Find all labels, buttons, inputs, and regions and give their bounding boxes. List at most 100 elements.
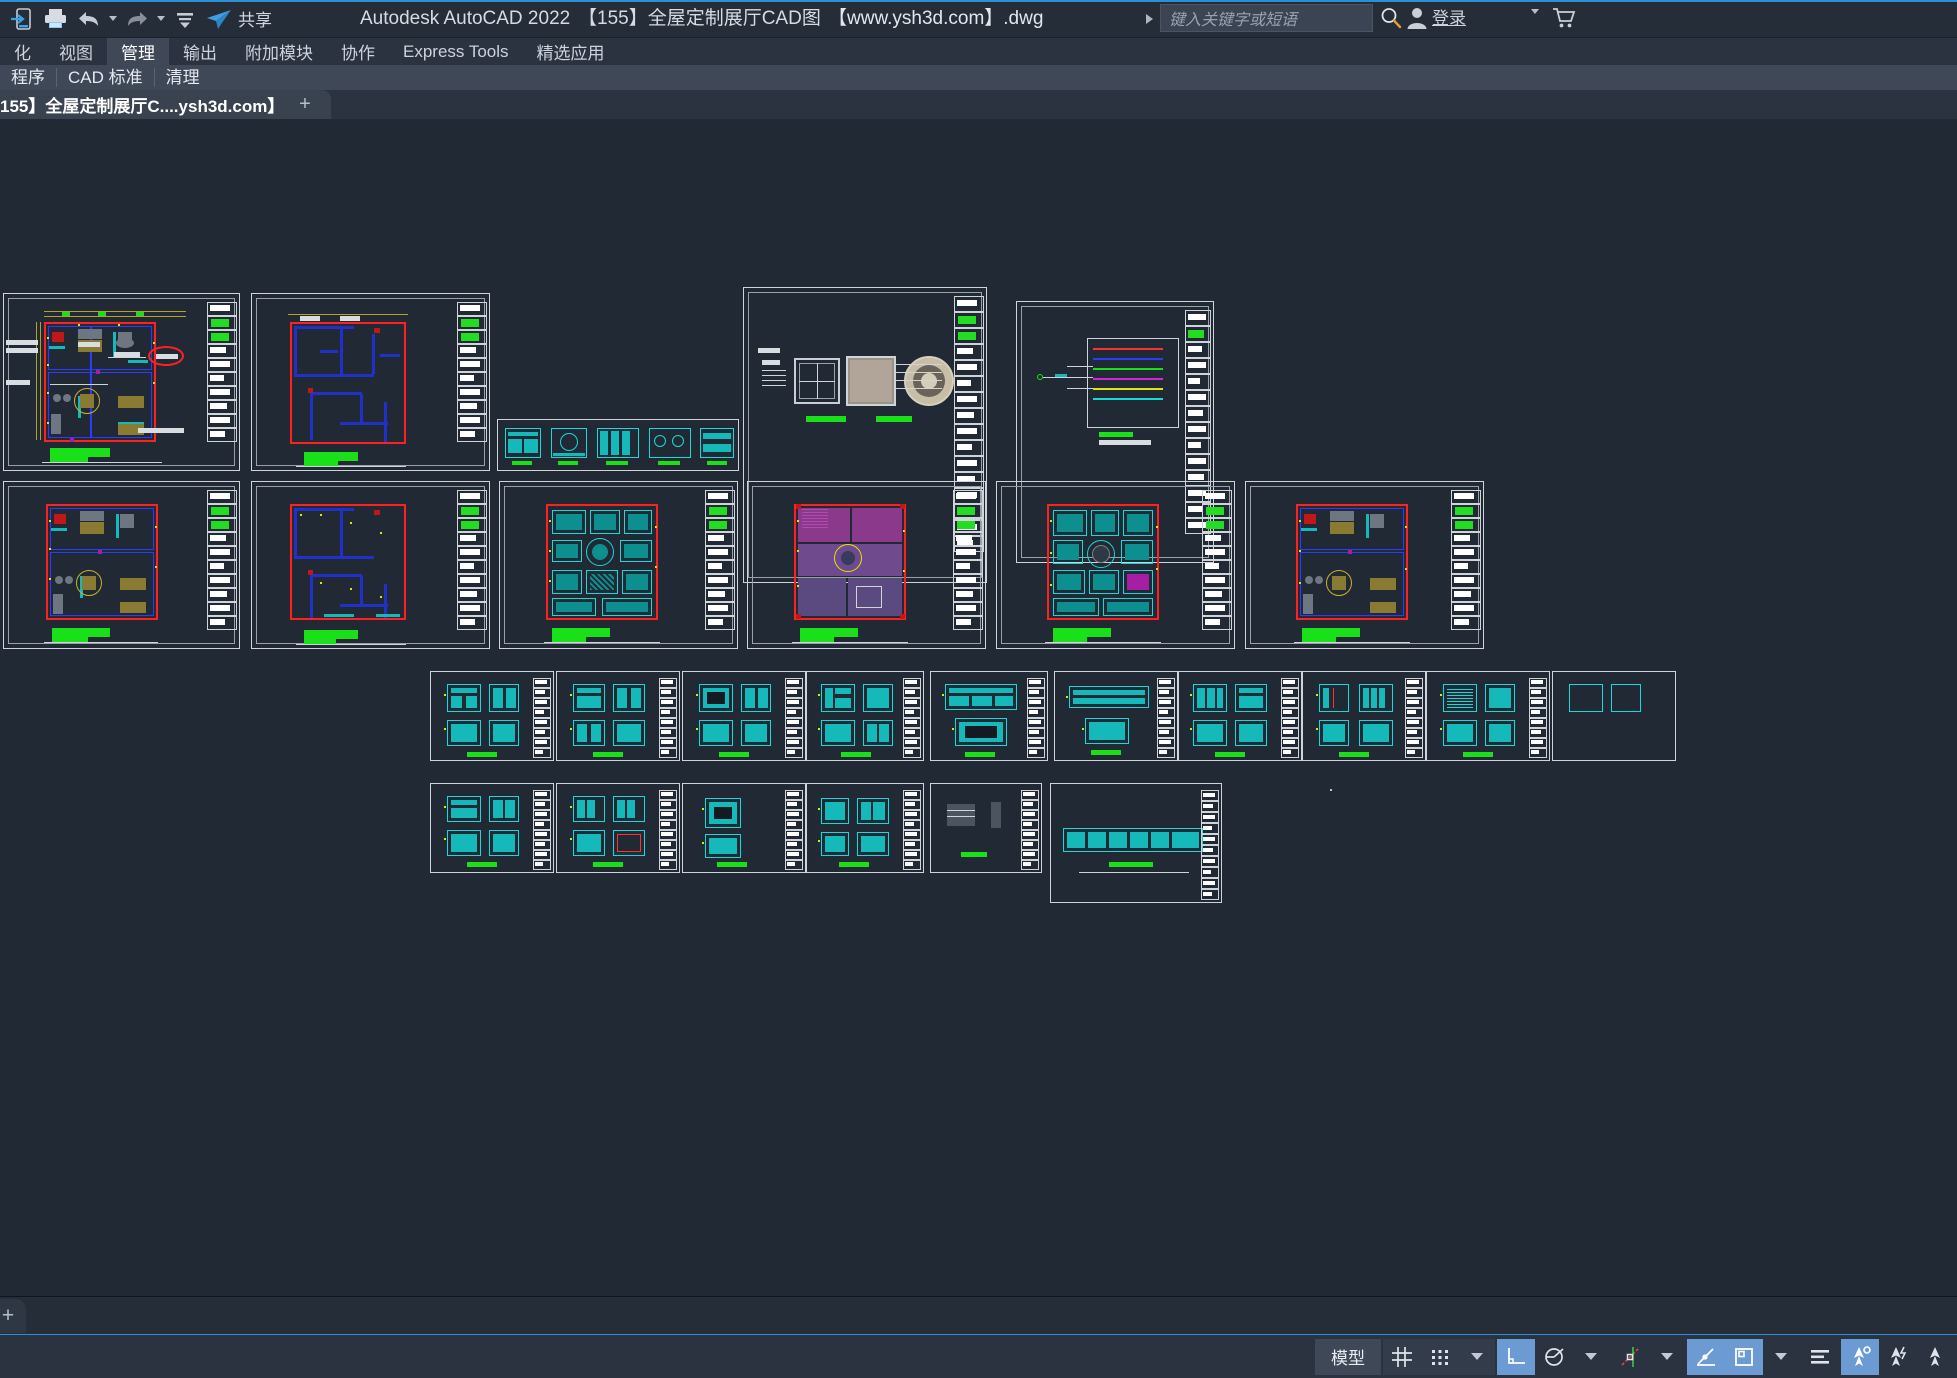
sheet-elevation-sheet-12[interactable] bbox=[682, 783, 806, 873]
sheet-elevation-sheet-3[interactable] bbox=[682, 671, 806, 761]
shopping-cart-icon[interactable] bbox=[1552, 6, 1576, 30]
sheet-elevation-sheet-14[interactable] bbox=[930, 783, 1042, 873]
sign-in-link[interactable]: 登录 bbox=[1432, 0, 1466, 38]
sheet-floor-plan-furniture-layout-b[interactable] bbox=[3, 481, 240, 649]
sheet-floor-plan-dimension[interactable] bbox=[251, 293, 490, 471]
undo-dropdown-icon[interactable] bbox=[106, 3, 120, 35]
sheet-floor-plan-furniture-layout[interactable] bbox=[3, 293, 240, 471]
sheet-elevation-sheet-1[interactable] bbox=[430, 671, 554, 761]
ribbon-tab-express-tools[interactable]: Express Tools bbox=[389, 38, 523, 65]
ribbon-panel-row: 程序 CAD 标准 清理 bbox=[0, 65, 1957, 90]
polar-tracking-icon bbox=[1545, 1347, 1564, 1366]
sheet-elevation-sheet-7[interactable] bbox=[1178, 671, 1302, 761]
ribbon-tab-view[interactable]: 视图 bbox=[45, 38, 107, 65]
sheet-floor-plan-wiring[interactable] bbox=[251, 481, 490, 649]
sheet-flooring-plan[interactable] bbox=[747, 481, 986, 649]
search-input[interactable]: 键入关键字或短语 bbox=[1160, 4, 1373, 32]
ribbon-panel-cleanup[interactable]: 清理 bbox=[155, 68, 211, 87]
ribbon-tab-collaborate[interactable]: 协作 bbox=[327, 38, 389, 65]
undo-icon[interactable] bbox=[72, 3, 106, 35]
annotation-monitor-toggle[interactable] bbox=[1879, 1339, 1917, 1375]
elevation-drawing bbox=[1059, 824, 1207, 896]
title-block bbox=[705, 484, 735, 646]
sheet-elevation-sheet-4[interactable] bbox=[806, 671, 924, 761]
user-avatar-icon[interactable] bbox=[1406, 6, 1428, 30]
customization-icon bbox=[1930, 1346, 1940, 1366]
drawing-canvas[interactable] bbox=[0, 119, 1957, 1296]
sheet-ceiling-plan[interactable] bbox=[499, 481, 738, 649]
ribbon-tab-hua[interactable]: 化 bbox=[0, 38, 45, 65]
title-block bbox=[1157, 674, 1175, 758]
ribbon-panel-cad-standards[interactable]: CAD 标准 bbox=[57, 68, 155, 87]
sheet-elevation-sheet-partial[interactable] bbox=[1552, 671, 1676, 761]
polar-dropdown[interactable] bbox=[1573, 1339, 1609, 1375]
object-snap-tracking-toggle[interactable] bbox=[1687, 1338, 1725, 1375]
title-block bbox=[1451, 484, 1481, 646]
grid-display-toggle[interactable] bbox=[1383, 1339, 1421, 1375]
isolate-objects-icon bbox=[1854, 1345, 1871, 1366]
title-block bbox=[903, 786, 921, 870]
sheet-long-elevation[interactable] bbox=[1050, 783, 1222, 903]
ribbon-tab-manage[interactable]: 管理 bbox=[107, 38, 169, 65]
annotation-scale-icon bbox=[1811, 1349, 1829, 1364]
elevation-drawing bbox=[439, 790, 537, 870]
sheet-elevation-sheet-8[interactable] bbox=[1302, 671, 1426, 761]
selection-cycling-toggle[interactable] bbox=[1841, 1338, 1879, 1375]
print-icon[interactable] bbox=[38, 3, 72, 35]
elevation-drawing bbox=[815, 678, 909, 758]
elevation-drawing bbox=[565, 790, 663, 870]
sheet-elevation-sheet-10[interactable] bbox=[430, 783, 554, 873]
sheet-ceiling-plan-b[interactable] bbox=[996, 481, 1235, 649]
search-icon[interactable] bbox=[1379, 6, 1403, 30]
snap-dropdown[interactable] bbox=[1459, 1339, 1495, 1375]
sheet-elevation-sheet-9[interactable] bbox=[1426, 671, 1550, 761]
title-block bbox=[1405, 674, 1423, 758]
elevation-drawing bbox=[691, 790, 789, 870]
osnap-dropdown[interactable] bbox=[1649, 1339, 1685, 1375]
sheet-elevation-sheet-5[interactable] bbox=[930, 671, 1048, 761]
elevation-drawing bbox=[1435, 678, 1533, 758]
polar-tracking-toggle[interactable] bbox=[1535, 1339, 1573, 1375]
title-block bbox=[1021, 786, 1039, 870]
ribbon-tab-output[interactable]: 输出 bbox=[169, 38, 231, 65]
ortho-mode-toggle[interactable] bbox=[1497, 1338, 1535, 1375]
ribbon-tab-addins[interactable]: 附加模块 bbox=[231, 38, 327, 65]
annotation-scale-toggle[interactable] bbox=[1917, 1339, 1955, 1375]
ribbon-panel-applications[interactable]: 程序 bbox=[0, 68, 57, 87]
sheet-elevation-sheet-11[interactable] bbox=[556, 783, 680, 873]
document-tab-label: 155】全屋定制展厅C....ysh3d.com】 bbox=[0, 97, 285, 116]
model-space-button[interactable]: 模型 bbox=[1315, 1338, 1381, 1375]
account-dropdown-icon[interactable] bbox=[1531, 9, 1539, 32]
snap-mode-toggle[interactable] bbox=[1421, 1339, 1459, 1375]
object-snap-toggle[interactable] bbox=[1611, 1339, 1649, 1375]
plan-drawing bbox=[24, 490, 190, 643]
sheet-elevation-strip-details[interactable] bbox=[497, 419, 739, 471]
document-tab-active[interactable]: 155】全屋定制展厅C....ysh3d.com】 * ✕ bbox=[0, 90, 332, 119]
title-block bbox=[903, 674, 921, 758]
new-layout-button[interactable]: + bbox=[0, 1299, 26, 1333]
lineweight-dropdown[interactable] bbox=[1763, 1339, 1799, 1375]
title-block bbox=[1201, 786, 1219, 900]
ribbon-tab-featured-apps[interactable]: 精选应用 bbox=[523, 38, 619, 65]
lineweight-toggle[interactable] bbox=[1725, 1338, 1763, 1375]
plan-drawing bbox=[280, 304, 440, 467]
tracking-group bbox=[1687, 1338, 1799, 1375]
annotation-scale-group bbox=[1801, 1339, 1839, 1375]
redo-icon[interactable] bbox=[120, 3, 154, 35]
transparency-toggle[interactable] bbox=[1801, 1339, 1839, 1375]
document-tab-bar: 155】全屋定制展厅C....ysh3d.com】 * ✕ + bbox=[0, 90, 1957, 119]
customize-qat-icon[interactable] bbox=[168, 3, 202, 35]
redo-dropdown-icon[interactable] bbox=[154, 3, 168, 35]
plan-drawing bbox=[1025, 490, 1191, 643]
sheet-elevation-sheet-6[interactable] bbox=[1054, 671, 1178, 761]
share-button[interactable]: 共享 bbox=[202, 3, 282, 35]
sheet-elevation-sheet-13[interactable] bbox=[806, 783, 924, 873]
layout-tab-bar: + bbox=[0, 1296, 1957, 1334]
sheet-floor-plan-furniture-layout-c[interactable] bbox=[1245, 481, 1484, 649]
new-document-tab-button[interactable]: + bbox=[290, 90, 320, 119]
title-block bbox=[207, 296, 237, 468]
plan-drawing bbox=[772, 490, 938, 643]
open-from-mobile-icon[interactable] bbox=[4, 3, 38, 35]
infocenter-expand-icon[interactable] bbox=[1140, 9, 1158, 29]
sheet-elevation-sheet-2[interactable] bbox=[556, 671, 680, 761]
